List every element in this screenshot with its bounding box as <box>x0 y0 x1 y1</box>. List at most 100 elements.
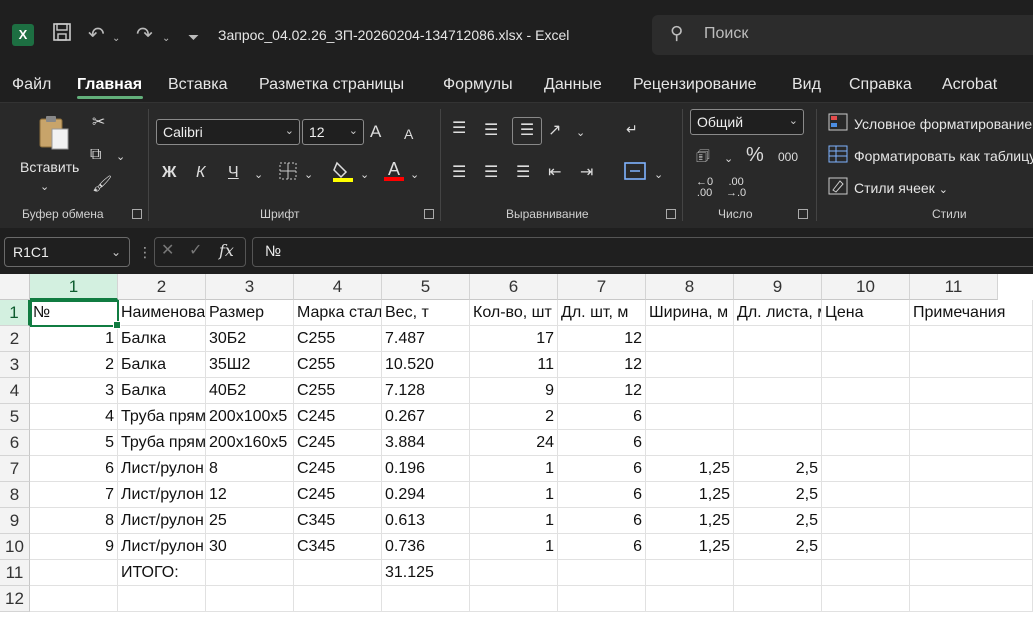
enter-icon[interactable]: ✓ <box>189 241 202 261</box>
cell[interactable]: Балка <box>118 326 206 352</box>
cell[interactable] <box>910 560 1033 586</box>
row-header[interactable]: 6 <box>0 430 30 456</box>
cell[interactable]: 30Б2 <box>206 326 294 352</box>
accounting-format-icon[interactable]: 🗊 <box>696 147 710 167</box>
cell[interactable] <box>734 430 822 456</box>
cell[interactable] <box>910 326 1033 352</box>
cell[interactable] <box>734 560 822 586</box>
cell[interactable] <box>646 326 734 352</box>
more-options-icon[interactable]: ⋮ <box>138 242 152 262</box>
cell[interactable]: 2,5 <box>734 534 822 560</box>
merge-dropdown-icon[interactable]: ⌄ <box>654 165 663 185</box>
cell[interactable]: 1,25 <box>646 482 734 508</box>
cell[interactable]: 1 <box>470 508 558 534</box>
align-center-icon[interactable]: ☰ <box>484 163 498 183</box>
row-header[interactable]: 5 <box>0 404 30 430</box>
row-header[interactable]: 10 <box>0 534 30 560</box>
font-color-dropdown-icon[interactable]: ⌄ <box>410 165 419 185</box>
cell[interactable] <box>822 586 910 612</box>
cell[interactable] <box>646 352 734 378</box>
cell[interactable] <box>646 586 734 612</box>
cell[interactable]: 3 <box>30 378 118 404</box>
cell[interactable] <box>646 430 734 456</box>
font-name-select[interactable]: Calibri ⌄ <box>156 119 300 145</box>
cell[interactable] <box>734 586 822 612</box>
cell[interactable] <box>734 352 822 378</box>
row-header[interactable]: 8 <box>0 482 30 508</box>
cell[interactable]: Вес, т <box>382 300 470 326</box>
decrease-decimal-icon[interactable]: .00 →.0 <box>726 177 746 199</box>
cancel-icon[interactable]: ✕ <box>161 241 174 261</box>
clipboard-launcher-icon[interactable] <box>132 209 142 219</box>
conditional-formatting-button[interactable]: Условное форматирование <box>854 116 1032 132</box>
cell[interactable]: 200х160х5 <box>206 430 294 456</box>
cell[interactable]: 0.267 <box>382 404 470 430</box>
cell[interactable]: 4 <box>30 404 118 430</box>
cell[interactable]: С255 <box>294 378 382 404</box>
format-painter-icon[interactable]: 🖌 <box>92 175 112 195</box>
cell[interactable]: 1,25 <box>646 456 734 482</box>
cell[interactable]: 3.884 <box>382 430 470 456</box>
cell[interactable] <box>470 586 558 612</box>
tab-data[interactable]: Данные <box>544 76 602 94</box>
number-format-select[interactable]: Общий ⌄ <box>690 109 804 135</box>
cell[interactable]: С345 <box>294 508 382 534</box>
paste-icon[interactable] <box>34 113 74 153</box>
cell[interactable]: 10.520 <box>382 352 470 378</box>
increase-font-size-button[interactable]: A <box>370 122 381 142</box>
redo-dropdown-icon[interactable]: ⌄ <box>162 26 170 52</box>
cell[interactable] <box>822 560 910 586</box>
worksheet-grid[interactable]: 12345678910111№НаименованиеРазмерМарка с… <box>0 274 1033 627</box>
cell[interactable]: 0.196 <box>382 456 470 482</box>
cell[interactable] <box>822 482 910 508</box>
cell[interactable]: 1 <box>470 482 558 508</box>
cut-icon[interactable]: ✂ <box>92 113 105 133</box>
cell[interactable]: 200х100х5 <box>206 404 294 430</box>
search-box[interactable]: ⚲ Поиск <box>652 15 1033 55</box>
cell[interactable] <box>910 508 1033 534</box>
save-icon[interactable] <box>52 22 72 49</box>
row-header[interactable]: 2 <box>0 326 30 352</box>
cell-styles-button[interactable]: Стили ячеек ⌄ <box>854 180 948 196</box>
accounting-dropdown-icon[interactable]: ⌄ <box>724 149 733 169</box>
cell[interactable]: Балка <box>118 378 206 404</box>
cell-styles-icon[interactable] <box>828 177 848 201</box>
cell[interactable]: 0.613 <box>382 508 470 534</box>
cell[interactable]: Лист/рулон <box>118 456 206 482</box>
cell[interactable]: Дл. листа, м <box>734 300 822 326</box>
tab-help[interactable]: Справка <box>849 76 912 94</box>
cell[interactable] <box>910 352 1033 378</box>
column-header[interactable]: 3 <box>206 274 294 300</box>
orientation-icon[interactable]: ↗ <box>548 121 561 141</box>
cell[interactable] <box>910 378 1033 404</box>
tab-view[interactable]: Вид <box>792 76 821 94</box>
align-top-icon[interactable]: ☰ <box>452 119 466 139</box>
cell[interactable]: Примечания <box>910 300 1033 326</box>
cell[interactable]: 1,25 <box>646 508 734 534</box>
format-as-table-button[interactable]: Форматировать как таблицу <box>854 148 1033 164</box>
cell[interactable]: 12 <box>558 326 646 352</box>
cell[interactable] <box>206 560 294 586</box>
cell[interactable]: 2,5 <box>734 482 822 508</box>
cell[interactable]: Ширина, м <box>646 300 734 326</box>
name-box[interactable]: R1C1 ⌄ <box>4 237 130 267</box>
cell[interactable]: 8 <box>206 456 294 482</box>
cell[interactable]: 6 <box>30 456 118 482</box>
cell[interactable]: 25 <box>206 508 294 534</box>
row-header[interactable]: 7 <box>0 456 30 482</box>
cell[interactable]: Лист/рулон <box>118 482 206 508</box>
align-bottom-icon[interactable]: ☰ <box>512 117 542 145</box>
tab-acrobat[interactable]: Acrobat <box>942 76 997 94</box>
tab-formulas[interactable]: Формулы <box>443 76 513 94</box>
cell[interactable]: 7.128 <box>382 378 470 404</box>
font-launcher-icon[interactable] <box>424 209 434 219</box>
insert-function-button[interactable]: fx <box>219 241 234 261</box>
decrease-font-size-button[interactable]: A <box>404 124 413 144</box>
tab-file[interactable]: Файл <box>12 76 51 94</box>
cell[interactable]: 6 <box>558 430 646 456</box>
fill-color-dropdown-icon[interactable]: ⌄ <box>360 165 369 185</box>
row-header[interactable]: 9 <box>0 508 30 534</box>
cell[interactable] <box>822 534 910 560</box>
cell[interactable] <box>910 430 1033 456</box>
cell[interactable]: 7 <box>30 482 118 508</box>
